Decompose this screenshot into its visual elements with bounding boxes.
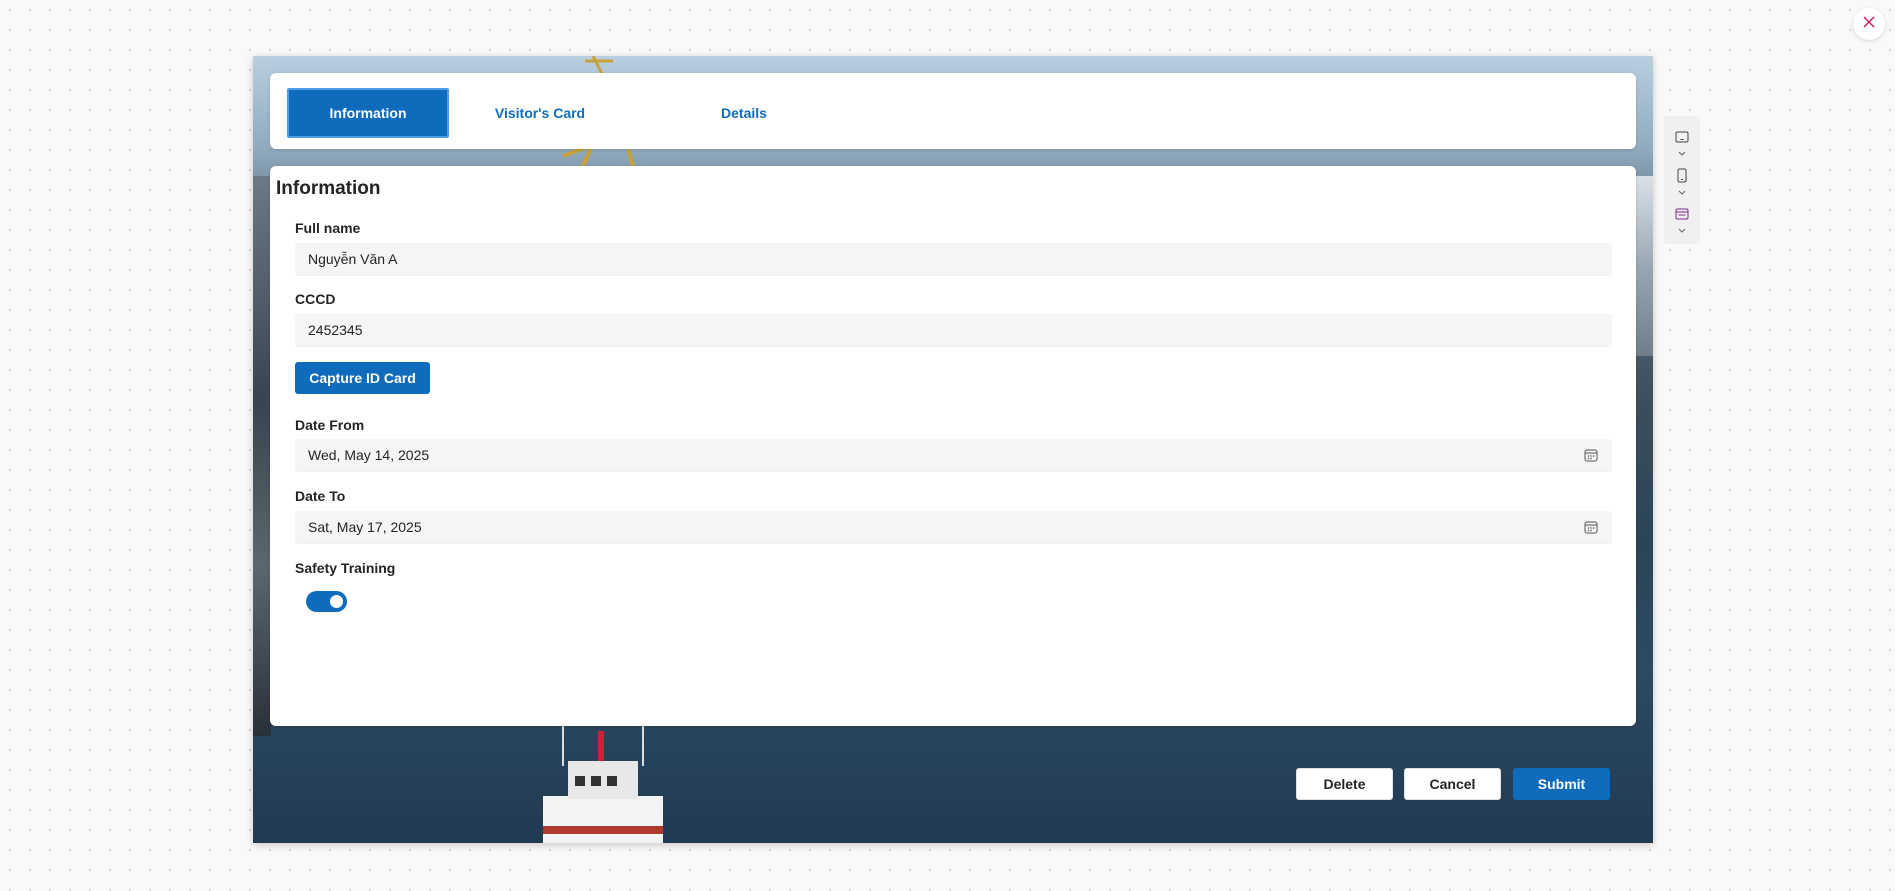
- background-image-left: [253, 176, 271, 736]
- tab-bar: Information Visitor's Card Details: [270, 73, 1636, 149]
- calendar-icon[interactable]: [1583, 447, 1599, 463]
- date-from-label: Date From: [295, 417, 365, 433]
- delete-button[interactable]: Delete: [1296, 768, 1393, 800]
- chevron-down-icon[interactable]: [1676, 149, 1688, 157]
- chevron-down-icon[interactable]: [1676, 188, 1688, 196]
- tablet-layout-icon[interactable]: [1674, 129, 1690, 145]
- date-to-field[interactable]: Sat, May 17, 2025: [295, 511, 1612, 544]
- submit-button[interactable]: Submit: [1513, 768, 1610, 800]
- cancel-button[interactable]: Cancel: [1404, 768, 1501, 800]
- form-title: Information: [276, 178, 381, 199]
- layout-switcher-panel: [1664, 116, 1700, 244]
- chevron-down-icon[interactable]: [1676, 226, 1688, 234]
- information-form: Information Full name Nguyễn Văn A CCCD …: [270, 166, 1636, 726]
- cccd-value: 2452345: [308, 322, 363, 338]
- tab-details[interactable]: Details: [663, 88, 825, 138]
- tab-information[interactable]: Information: [287, 88, 449, 138]
- date-to-label: Date To: [295, 488, 346, 504]
- phone-layout-icon[interactable]: [1674, 167, 1690, 183]
- safety-training-toggle[interactable]: [306, 591, 347, 612]
- toggle-knob: [330, 595, 343, 608]
- date-from-field[interactable]: Wed, May 14, 2025: [295, 439, 1612, 472]
- capture-id-card-button[interactable]: Capture ID Card: [295, 362, 430, 394]
- full-name-field[interactable]: Nguyễn Văn A: [295, 243, 1612, 276]
- date-to-value: Sat, May 17, 2025: [308, 519, 422, 535]
- cccd-field[interactable]: 2452345: [295, 314, 1612, 347]
- background-image-right: [1635, 176, 1653, 356]
- background-boat: [543, 726, 663, 843]
- date-from-value: Wed, May 14, 2025: [308, 447, 430, 463]
- full-name-value: Nguyễn Văn A: [308, 251, 398, 267]
- close-icon: [1862, 15, 1876, 34]
- tab-visitors-card[interactable]: Visitor's Card: [459, 88, 621, 138]
- close-button[interactable]: [1853, 8, 1885, 40]
- full-name-label: Full name: [295, 220, 361, 236]
- form-layout-icon[interactable]: [1674, 206, 1690, 222]
- app-canvas: Information Visitor's Card Details Infor…: [253, 56, 1653, 843]
- calendar-icon[interactable]: [1583, 519, 1599, 535]
- cccd-label: CCCD: [295, 291, 336, 307]
- safety-training-label: Safety Training: [295, 560, 396, 576]
